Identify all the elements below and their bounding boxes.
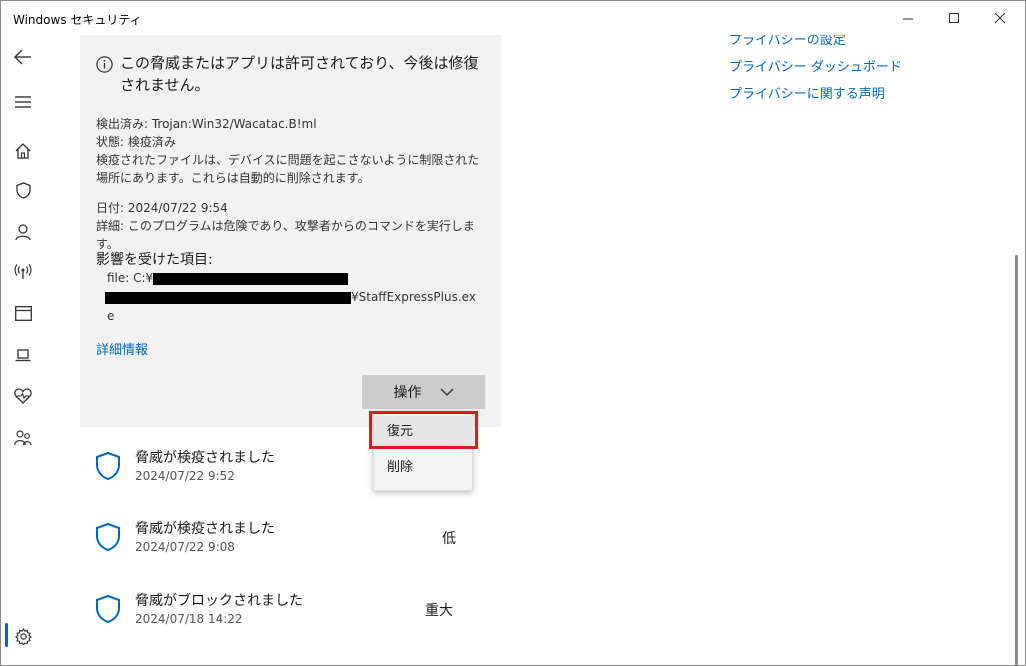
affected-file-path-line3: e xyxy=(107,309,115,323)
privacy-dashboard-link[interactable]: プライバシー ダッシュボード xyxy=(729,54,979,81)
actions-dropdown-button[interactable]: 操作 xyxy=(362,375,485,409)
privacy-links: プライバシーの設定 プライバシー ダッシュボード プライバシーに関する声明 xyxy=(729,35,979,108)
shield-icon xyxy=(96,451,120,481)
threat-details: 詳細: このプログラムは危険であり、攻撃者からのコマンドを実行します。 xyxy=(96,219,475,251)
nav-home[interactable] xyxy=(12,140,34,162)
nav-rail xyxy=(1,35,45,665)
window-title: Windows セキュリティ xyxy=(13,13,142,27)
title-bar: Windows セキュリティ xyxy=(1,1,1025,35)
hamburger-menu-icon xyxy=(15,96,31,108)
health-heart-icon xyxy=(14,388,32,404)
wireless-icon xyxy=(14,264,32,279)
shield-icon xyxy=(96,594,120,624)
nav-firewall[interactable] xyxy=(12,261,34,283)
shield-icon xyxy=(15,181,31,199)
nav-virus-protection[interactable] xyxy=(12,179,34,201)
nav-device-security[interactable] xyxy=(12,344,34,366)
family-icon xyxy=(14,430,32,446)
nav-settings[interactable] xyxy=(12,625,34,647)
privacy-settings-link[interactable]: プライバシーの設定 xyxy=(729,35,979,54)
info-icon xyxy=(96,56,113,73)
history-item-date: 2024/07/18 14:22 xyxy=(135,612,243,626)
nav-family-options[interactable] xyxy=(12,427,34,449)
menu-toggle-button[interactable] xyxy=(12,91,34,113)
maximize-icon xyxy=(948,12,959,23)
file-path-suffix: ¥StaffExpressPlus.ex xyxy=(351,290,476,304)
main-content: この脅威またはアプリは許可されており、今後は修復されません。 検出済み: Tro… xyxy=(45,35,1010,665)
threat-detail-card: この脅威またはアプリは許可されており、今後は修復されません。 検出済み: Tro… xyxy=(80,35,501,427)
minimize-button[interactable] xyxy=(885,1,931,35)
redacted-path-segment xyxy=(105,291,351,304)
history-item-title: 脅威が検疫されました xyxy=(135,450,275,466)
threat-status: 状態: 検疫済み xyxy=(96,135,176,149)
actions-label: 操作 xyxy=(393,385,422,401)
history-item-title: 脅威が検疫されました xyxy=(135,521,275,537)
scrollbar-thumb[interactable] xyxy=(1015,255,1018,665)
history-item-severity: 低 xyxy=(442,531,456,547)
history-item[interactable]: 脅威が検疫されました 2024/07/22 9:08 低 xyxy=(95,518,456,562)
nav-device-health[interactable] xyxy=(12,385,34,407)
settings-gear-icon xyxy=(14,627,32,645)
threat-date: 日付: 2024/07/22 9:54 xyxy=(96,201,228,215)
account-icon xyxy=(15,223,31,240)
close-icon xyxy=(994,12,1005,23)
back-arrow-icon xyxy=(14,49,31,65)
file-path-prefix: file: C:¥ xyxy=(107,271,154,285)
affected-file-path-line2: ¥StaffExpressPlus.ex xyxy=(105,288,476,306)
quarantine-note: 検疫されたファイルは、デバイスに問題を起こさないように制限された場所にあります。… xyxy=(96,153,480,185)
maximize-button[interactable] xyxy=(931,1,977,35)
affected-file-path-line1: file: C:¥ xyxy=(107,269,349,287)
detected-threat-name: 検出済み: Trojan:Win32/Wacatac.B!ml xyxy=(96,117,317,131)
nav-app-browser[interactable] xyxy=(12,302,34,324)
app-window: Windows セキュリティ この脅威またはアプリは許可されており、今後は修復さ… xyxy=(0,0,1026,666)
more-info-link[interactable]: 詳細情報 xyxy=(96,339,148,358)
restore-highlight-annotation xyxy=(369,411,478,449)
app-browser-icon xyxy=(14,305,32,321)
history-item-date: 2024/07/22 9:52 xyxy=(135,469,235,483)
history-item[interactable]: 脅威がブロックされました 2024/07/18 14:22 重大 xyxy=(95,590,455,634)
chevron-down-icon xyxy=(440,388,453,396)
redacted-path-segment xyxy=(153,272,349,285)
vertical-scrollbar[interactable] xyxy=(1010,35,1025,665)
history-item-severity: 重大 xyxy=(425,603,453,619)
history-item-date: 2024/07/22 9:08 xyxy=(135,540,235,554)
allowed-warning-text: この脅威またはアプリは許可されており、今後は修復されません。 xyxy=(120,54,479,94)
privacy-statement-link[interactable]: プライバシーに関する声明 xyxy=(729,81,979,108)
back-button[interactable] xyxy=(12,46,34,68)
close-button[interactable] xyxy=(977,1,1023,35)
shield-icon xyxy=(96,522,120,552)
affected-items-heading: 影響を受けた項目: xyxy=(96,252,213,268)
nav-active-indicator xyxy=(5,623,8,647)
minimize-icon xyxy=(902,18,913,19)
device-icon xyxy=(15,348,31,361)
history-item-title: 脅威がブロックされました xyxy=(135,593,303,609)
home-icon xyxy=(15,143,31,159)
nav-account-protection[interactable] xyxy=(12,221,34,243)
history-item[interactable]: 脅威が検疫されました 2024/07/22 9:52 xyxy=(95,447,455,491)
